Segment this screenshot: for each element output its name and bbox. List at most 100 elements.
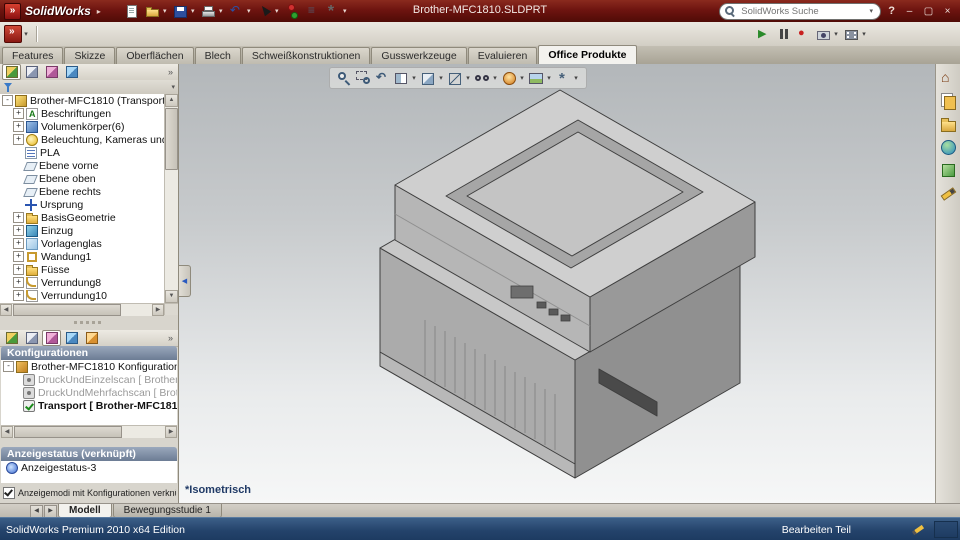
tab-oberflächen[interactable]: Oberflächen — [116, 47, 194, 64]
apply-scene-button[interactable] — [527, 69, 554, 88]
new-document-button[interactable] — [123, 2, 142, 21]
minimize-button[interactable]: – — [902, 4, 917, 19]
save-dropdown-icon[interactable] — [189, 7, 197, 15]
record-video-button[interactable] — [842, 25, 869, 44]
maximize-button[interactable]: ▢ — [921, 4, 936, 19]
open-document-dropdown-icon[interactable] — [161, 7, 169, 15]
cfg-dimxpertmanager-tab[interactable] — [62, 330, 81, 346]
rebuild-button[interactable] — [283, 2, 302, 21]
tree-item-füsse[interactable]: + Füsse — [0, 263, 164, 276]
search-box[interactable] — [719, 2, 882, 20]
cfg-propertymanager-tab[interactable] — [22, 330, 41, 346]
tree-item-beleuchtung-kameras-und-büh[interactable]: + Beleuchtung, Kameras und Büh — [0, 133, 164, 146]
view-settings-dropdown-icon[interactable] — [572, 74, 580, 82]
screen-capture-dropdown-icon[interactable] — [832, 30, 840, 38]
search-online-icon[interactable] — [939, 138, 957, 156]
close-button[interactable]: × — [940, 4, 955, 19]
task-pane-home-icon[interactable] — [939, 69, 957, 87]
cfg-displaymanager-tab[interactable] — [82, 330, 101, 346]
graphics-viewport[interactable]: *Isometrisch — [179, 64, 936, 503]
scrollbar-thumb[interactable] — [14, 426, 122, 438]
config-item-druckundmehrfachscan-broth[interactable]: DruckUndMehrfachscan [ Broth — [1, 386, 177, 399]
tree-root[interactable]: - Brother-MFC1810 (Transport<Anze — [0, 94, 164, 107]
select-button[interactable] — [255, 2, 282, 21]
tree-item-einzug[interactable]: + Einzug — [0, 224, 164, 237]
play-button[interactable] — [754, 25, 773, 44]
pause-button[interactable] — [774, 25, 793, 44]
expand-box[interactable]: + — [13, 264, 24, 275]
panel-pin-icon[interactable] — [168, 333, 176, 343]
view-settings-button[interactable] — [554, 69, 581, 88]
scroll-down-button[interactable] — [165, 290, 178, 303]
zoom-fit-button[interactable] — [335, 69, 354, 88]
select-dropdown-icon[interactable] — [273, 7, 281, 15]
scroll-right-button[interactable] — [165, 426, 177, 438]
tree-item-verrundung10[interactable]: + Verrundung10 — [0, 289, 164, 302]
edit-appearance-button[interactable] — [500, 69, 527, 88]
toolbox-icon[interactable] — [939, 161, 957, 179]
apply-scene-dropdown-icon[interactable] — [545, 74, 553, 82]
collapse-box[interactable]: - — [2, 95, 13, 106]
view-orientation-button[interactable] — [419, 69, 446, 88]
design-library-icon[interactable] — [939, 92, 957, 110]
tab-office-produkte[interactable]: Office Produkte — [538, 45, 637, 64]
tab-schweißkonstruktionen[interactable]: Schweißkonstruktionen — [241, 47, 371, 64]
expand-box[interactable]: + — [13, 212, 24, 223]
tree-item-vorlagenglas[interactable]: + Vorlagenglas — [0, 237, 164, 250]
dimxpertmanager-tab[interactable] — [62, 64, 81, 80]
tree-vertical-scrollbar[interactable] — [164, 94, 178, 303]
panel-pin-icon[interactable] — [168, 67, 176, 77]
screen-capture-button[interactable] — [814, 25, 841, 44]
tree-item-wandung1[interactable]: + Wandung1 — [0, 250, 164, 263]
display-state-item[interactable]: Anzeigestatus-3 — [1, 461, 177, 474]
tab-features[interactable]: Features — [2, 47, 64, 64]
appearances-icon[interactable] — [939, 184, 957, 202]
tab-skizze[interactable]: Skizze — [64, 47, 116, 64]
tree-item-ebene-oben[interactable]: Ebene oben — [0, 172, 164, 185]
collapse-box[interactable]: - — [3, 361, 14, 372]
hide-show-items-dropdown-icon[interactable] — [491, 74, 499, 82]
undo-dropdown-icon[interactable] — [245, 7, 253, 15]
save-button[interactable] — [171, 2, 198, 21]
hide-show-items-button[interactable] — [473, 69, 500, 88]
view-orientation-dropdown-icon[interactable] — [437, 74, 445, 82]
file-properties-button[interactable] — [303, 2, 322, 21]
section-view-dropdown-icon[interactable] — [410, 74, 418, 82]
propertymanager-tab[interactable] — [22, 64, 41, 80]
tree-item-verrundung8[interactable]: + Verrundung8 — [0, 276, 164, 289]
help-button[interactable]: ? — [888, 5, 895, 17]
panel-splitter[interactable] — [0, 315, 178, 330]
tree-item-ebene-rechts[interactable]: Ebene rechts — [0, 185, 164, 198]
bottom-tab-modell[interactable]: Modell — [58, 504, 112, 518]
featuremanager-tab[interactable] — [2, 64, 21, 80]
tab-blech[interactable]: Blech — [194, 47, 241, 64]
file-explorer-icon[interactable] — [939, 115, 957, 133]
undo-button[interactable] — [227, 2, 254, 21]
expand-box[interactable]: + — [13, 238, 24, 249]
display-style-dropdown-icon[interactable] — [464, 74, 472, 82]
config-root[interactable]: - Brother-MFC1810 Konfiguration(en — [1, 360, 177, 373]
tab-gusswerkzeuge[interactable]: Gusswerkzeuge — [371, 47, 467, 64]
expand-box[interactable]: + — [13, 108, 24, 119]
solidworks-menu-button[interactable] — [3, 25, 31, 44]
tree-item-pla[interactable]: PLA — [0, 146, 164, 159]
edit-appearance-dropdown-icon[interactable] — [518, 74, 526, 82]
expand-box[interactable]: + — [13, 134, 24, 145]
record-button[interactable] — [794, 25, 813, 44]
record-video-dropdown-icon[interactable] — [860, 30, 868, 38]
cfg-featuremanager-tab[interactable] — [2, 330, 21, 346]
scrollbar-thumb[interactable] — [165, 108, 178, 170]
filter-dropdown-icon[interactable] — [171, 83, 175, 91]
tree-item-volumenkörper-6[interactable]: + Volumenkörper(6) — [0, 120, 164, 133]
print-dropdown-icon[interactable] — [217, 7, 225, 15]
printer-model[interactable] — [179, 64, 936, 503]
tab-evaluieren[interactable]: Evaluieren — [467, 47, 538, 64]
tree-item-basisgeometrie[interactable]: + BasisGeometrie — [0, 211, 164, 224]
previous-view-button[interactable] — [373, 69, 392, 88]
tree-filter-bar[interactable] — [0, 80, 178, 95]
config-item-druckundeinzelscan-brother-m[interactable]: DruckUndEinzelscan [ Brother-M — [1, 373, 177, 386]
menu-expand-icon[interactable]: ▸ — [97, 7, 101, 16]
expand-box[interactable]: + — [13, 121, 24, 132]
tree-item-beschriftungen[interactable]: + Beschriftungen — [0, 107, 164, 120]
tree-item-ebene-vorne[interactable]: Ebene vorne — [0, 159, 164, 172]
